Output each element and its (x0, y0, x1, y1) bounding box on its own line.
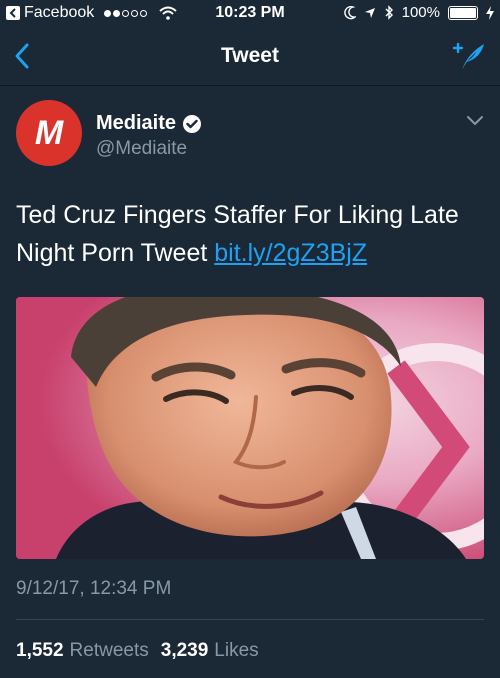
likes-count: 3,239 (160, 640, 209, 661)
bluetooth-icon (384, 5, 394, 20)
battery-icon (448, 5, 478, 20)
likes-label: Likes (214, 640, 259, 661)
divider (16, 619, 484, 620)
author-name-row[interactable]: Mediaite (96, 112, 202, 135)
tweet-timestamp: 9/12/17, 12:34 PM (16, 578, 172, 599)
chevron-down-icon[interactable] (466, 114, 484, 132)
retweets-stat[interactable]: 1,552 Retweets (16, 640, 149, 662)
avatar[interactable]: M (16, 100, 82, 166)
nav-bar: Tweet (0, 26, 500, 86)
compose-tweet-icon[interactable] (452, 40, 486, 77)
status-bar: Facebook 10:23 PM 100% (0, 0, 500, 26)
photo-illustration (16, 297, 484, 559)
retweets-label: Retweets (69, 640, 149, 661)
tweet-header: M Mediaite @Mediaite (16, 100, 484, 172)
tweet-stats: 1,552 Retweets 3,239 Likes (16, 640, 265, 662)
back-arrow-icon[interactable] (14, 42, 30, 75)
tweet-link[interactable]: bit.ly/2gZ3BjZ (214, 239, 367, 267)
verified-badge-icon (182, 114, 202, 134)
location-icon (364, 7, 376, 19)
moon-icon (343, 5, 356, 20)
charging-icon (486, 5, 494, 20)
tweet-text: Ted Cruz Fingers Staffer For Liking Late… (16, 196, 482, 272)
avatar-logo: M (34, 113, 64, 152)
author-handle[interactable]: @Mediaite (96, 138, 187, 160)
retweets-count: 1,552 (16, 640, 64, 661)
battery-percent: 100% (401, 4, 440, 21)
tweet-photo[interactable] (16, 297, 484, 559)
author-name: Mediaite (96, 112, 177, 134)
likes-stat[interactable]: 3,239 Likes (161, 640, 259, 662)
page-title: Tweet (221, 43, 279, 67)
